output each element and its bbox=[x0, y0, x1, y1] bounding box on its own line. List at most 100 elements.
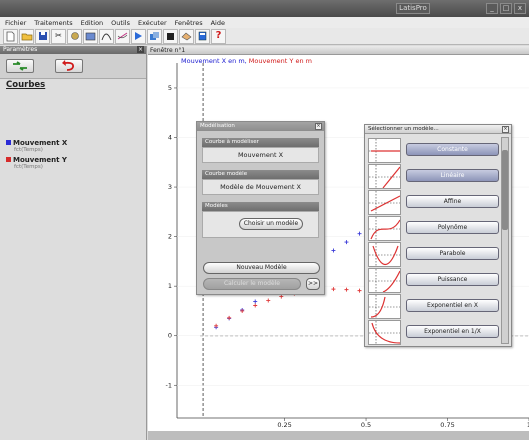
y-tick-label: 3 bbox=[168, 183, 172, 191]
model-button[interactable]: Polynôme bbox=[406, 221, 499, 234]
y-tick-label: -1 bbox=[166, 381, 172, 389]
left-panel: Paramètres × Courbes Mouvement X fct(Tem… bbox=[0, 46, 147, 440]
toolbar: ✂ ? bbox=[0, 28, 529, 45]
model-row[interactable]: Puissance bbox=[368, 268, 500, 293]
choisir-modele-button[interactable]: Choisir un modèle bbox=[239, 218, 303, 230]
curve-item-mouvement-x[interactable]: Mouvement X bbox=[6, 139, 67, 147]
mouvement-x-point bbox=[331, 248, 336, 253]
constante-icon[interactable] bbox=[368, 138, 401, 163]
scrollbar-thumb[interactable] bbox=[502, 150, 508, 230]
model-list-scrollbar[interactable] bbox=[501, 137, 509, 344]
close-icon[interactable]: × bbox=[315, 123, 322, 130]
x-tick-label: 0.25 bbox=[277, 421, 291, 429]
curve-color-swatch bbox=[6, 140, 11, 145]
x-tick-label: 0.75 bbox=[440, 421, 454, 429]
left-panel-close-icon[interactable]: × bbox=[137, 46, 144, 53]
menu-fenetres[interactable]: Fenêtres bbox=[175, 19, 203, 27]
save-icon[interactable] bbox=[35, 28, 50, 44]
model-button[interactable]: Linéaire bbox=[406, 169, 499, 182]
screen-icon[interactable] bbox=[83, 28, 98, 44]
model-button[interactable]: Exponentiel en X bbox=[406, 299, 499, 312]
model-button[interactable]: Parabole bbox=[406, 247, 499, 260]
menu-outils[interactable]: Outils bbox=[111, 19, 130, 27]
new-icon[interactable] bbox=[3, 28, 18, 44]
menu-fichier[interactable]: Fichier bbox=[5, 19, 26, 27]
model-row[interactable]: Exponentiel en X bbox=[368, 294, 500, 319]
curve-sub: fct(Temps) bbox=[14, 147, 43, 153]
curves-list-button[interactable] bbox=[6, 59, 34, 73]
curve-sub: fct(Temps) bbox=[14, 164, 43, 170]
minimize-button[interactable]: _ bbox=[486, 3, 498, 14]
y-tick-label: 0 bbox=[168, 332, 172, 340]
undo-arrow-icon bbox=[62, 60, 74, 71]
model-row[interactable]: Polynôme bbox=[368, 216, 500, 241]
modelisation-dialog: Modélisation × Courbe à modéliser Mouvem… bbox=[196, 121, 325, 295]
model-row[interactable]: Constante bbox=[368, 138, 500, 163]
model-button[interactable]: Constante bbox=[406, 143, 499, 156]
model-row[interactable]: Linéaire bbox=[368, 164, 500, 189]
copy-icon[interactable] bbox=[147, 28, 162, 44]
menu-edition[interactable]: Edition bbox=[81, 19, 104, 27]
mouvement-x-point bbox=[357, 231, 362, 236]
lineaire-icon[interactable] bbox=[368, 164, 401, 189]
graph-bottom-bar bbox=[148, 431, 529, 440]
curve-item-mouvement-y[interactable]: Mouvement Y bbox=[6, 156, 67, 164]
play-icon[interactable] bbox=[131, 28, 146, 44]
polynome-icon[interactable] bbox=[368, 216, 401, 241]
y-tick-label: 4 bbox=[168, 134, 172, 142]
exponentiel-x-icon[interactable] bbox=[368, 294, 401, 319]
close-window-button[interactable]: x bbox=[514, 3, 526, 14]
app-title: LatisPro bbox=[396, 3, 430, 14]
more-options-button[interactable]: >> bbox=[306, 278, 320, 290]
menu-aide[interactable]: Aide bbox=[211, 19, 225, 27]
calc-icon[interactable] bbox=[195, 28, 210, 44]
menu-bar: Fichier Traitements Edition Outils Exécu… bbox=[0, 17, 529, 28]
left-panel-title: Paramètres bbox=[3, 46, 38, 53]
open-icon[interactable] bbox=[19, 28, 34, 44]
mouvement-y-point bbox=[266, 298, 271, 303]
model-row[interactable]: Exponentiel en 1/X bbox=[368, 320, 500, 345]
courbe-a-modeliser-value[interactable]: Mouvement X bbox=[202, 147, 319, 163]
exponentiel-1x-icon[interactable] bbox=[368, 320, 401, 345]
close-icon[interactable]: × bbox=[502, 126, 509, 133]
settings-icon[interactable] bbox=[67, 28, 82, 44]
puissance-icon[interactable] bbox=[368, 268, 401, 293]
courbe-a-modeliser-label: Courbe à modéliser bbox=[202, 138, 319, 147]
x-tick-label: 0.5 bbox=[361, 421, 371, 429]
maximize-button[interactable]: □ bbox=[500, 3, 512, 14]
nouveau-modele-button[interactable]: Nouveau Modèle bbox=[203, 262, 320, 274]
courbe-modele-label: Courbe modèle bbox=[202, 170, 319, 179]
y-tick-label: 1 bbox=[168, 282, 172, 290]
model-chooser-title-bar: Sélectionner un modèle... × bbox=[365, 125, 511, 134]
model-row[interactable]: Parabole bbox=[368, 242, 500, 267]
eraser-icon[interactable] bbox=[179, 28, 194, 44]
window-controls: _ □ x bbox=[486, 3, 526, 14]
curve-icon[interactable] bbox=[99, 28, 114, 44]
y-tick-label: 5 bbox=[168, 84, 172, 92]
affine-icon[interactable] bbox=[368, 190, 401, 215]
model-button[interactable]: Exponentiel en 1/X bbox=[406, 325, 499, 338]
parabole-icon[interactable] bbox=[368, 242, 401, 267]
model-row[interactable]: Affine bbox=[368, 190, 500, 215]
courbe-modele-value[interactable]: Modèle de Mouvement X bbox=[202, 179, 319, 195]
cut-icon[interactable]: ✂ bbox=[51, 28, 66, 44]
mouvement-y-point bbox=[331, 287, 336, 292]
y-tick-label: 2 bbox=[168, 233, 172, 241]
modeles-label: Modèles bbox=[202, 202, 319, 211]
model-button[interactable]: Puissance bbox=[406, 273, 499, 286]
title-bar: LatisPro _ □ x bbox=[0, 0, 529, 17]
stop-icon[interactable] bbox=[163, 28, 178, 44]
graph-window-title: Fenêtre n°1 bbox=[150, 47, 186, 54]
undo-button[interactable] bbox=[55, 59, 83, 73]
help-icon[interactable]: ? bbox=[211, 28, 226, 44]
tangent-icon[interactable] bbox=[115, 28, 130, 44]
calculer-modele-button[interactable]: Calculer le modèle bbox=[203, 278, 301, 290]
menu-traitements[interactable]: Traitements bbox=[34, 19, 72, 27]
mouvement-x-point bbox=[344, 240, 349, 245]
curve-color-swatch bbox=[6, 157, 11, 162]
left-panel-buttons bbox=[0, 54, 146, 79]
mouvement-y-point bbox=[279, 294, 284, 299]
left-panel-header: Paramètres × bbox=[0, 46, 146, 54]
menu-executer[interactable]: Exécuter bbox=[138, 19, 167, 27]
model-button[interactable]: Affine bbox=[406, 195, 499, 208]
